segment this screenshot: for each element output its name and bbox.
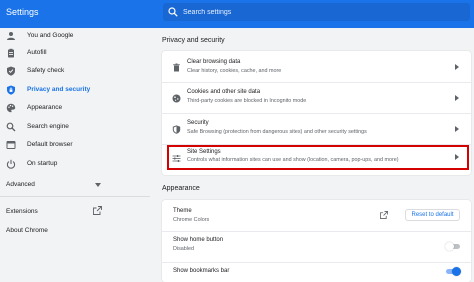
privacy-section-title: Privacy and security [162,37,225,44]
chevron-down-icon[interactable] [95,183,101,187]
chevron-right-icon [455,95,459,101]
show-bookmarks-bar-row[interactable]: Show bookmarks bar [162,263,471,282]
sidebar-item-label: You and Google [27,32,74,39]
row-title: Show home button [173,237,224,243]
top-bar: Settings [0,0,474,28]
sidebar-item-label: Autofill [27,49,47,56]
sidebar-divider [0,196,150,197]
advanced-toggle[interactable]: Advanced [6,181,35,188]
theme-row[interactable]: Theme Chrome Colors Reset to default [162,200,471,231]
reset-to-default-button[interactable]: Reset to default [405,209,460,221]
sidebar-item-label: On startup [27,160,58,167]
sidebar-item-privacy-and-security[interactable]: Privacy and security [0,82,150,98]
chevron-right-icon [455,126,459,132]
cookie-icon [172,94,181,103]
palette-icon [6,103,16,113]
toggle-knob [452,267,461,276]
sidebar-item-on-startup[interactable]: On startup [0,156,150,172]
search-icon [168,7,178,17]
show-home-button-row[interactable]: Show home button Disabled [162,232,471,262]
search-box[interactable] [163,3,470,21]
sidebar-item-label: Safety check [27,67,65,74]
security-row[interactable]: Security Safe Browsing (protection from … [162,114,471,144]
row-title: Cookies and other site data [187,89,261,95]
row-title: Clear browsing data [187,59,241,65]
sidebar-item-appearance[interactable]: Appearance [0,100,150,116]
sidebar: You and Google Autofill Safety check Pri… [0,28,155,282]
toggle-knob [445,242,454,251]
row-description: Safe Browsing (protection from dangerous… [187,129,367,135]
trash-icon [173,63,180,72]
sidebar-item-autofill[interactable]: Autofill [0,45,150,61]
row-description: Third-party cookies are blocked in Incog… [187,98,307,104]
chevron-right-icon [455,64,459,70]
cookies-row[interactable]: Cookies and other site data Third-party … [162,83,471,113]
sidebar-item-extensions[interactable]: Extensions [6,208,38,215]
power-icon [6,159,16,169]
site-settings-highlight-box [167,145,469,170]
appearance-card: Theme Chrome Colors Reset to default Sho… [162,200,471,282]
shield-icon [172,125,181,134]
home-button-toggle[interactable] [445,242,461,251]
row-title: Theme [173,208,192,214]
sidebar-item-label: Search engine [27,123,69,130]
search-input[interactable] [183,3,463,21]
sidebar-item-default-browser[interactable]: Default browser [0,137,150,153]
sidebar-item-label: Default browser [27,141,73,148]
shield-icon [7,66,15,76]
sidebar-item-search-engine[interactable]: Search engine [0,119,150,135]
clear-browsing-data-row[interactable]: Clear browsing data Clear history, cooki… [162,51,471,82]
sidebar-item-you-and-google[interactable]: You and Google [0,28,150,44]
row-description: Chrome Colors [173,217,210,223]
browser-icon [6,141,16,149]
page-title: Settings [6,7,39,17]
row-description: Clear history, cookies, cache, and more [187,68,282,74]
external-link-icon[interactable] [380,211,388,219]
row-title: Security [187,120,209,126]
row-title: Show bookmarks bar [173,268,230,274]
shield-lock-icon [7,85,15,95]
sidebar-item-label: Appearance [27,104,63,111]
clipboard-icon [8,48,14,58]
search-icon [6,122,16,132]
sidebar-item-safety-check[interactable]: Safety check [0,63,150,79]
bookmarks-bar-toggle[interactable] [445,267,461,276]
row-description: Disabled [173,246,194,252]
external-link-icon[interactable] [93,206,102,215]
appearance-section-title: Appearance [162,185,200,192]
sidebar-item-about-chrome[interactable]: About Chrome [6,227,48,234]
sidebar-item-label: Privacy and security [27,86,91,93]
person-icon [7,32,15,40]
